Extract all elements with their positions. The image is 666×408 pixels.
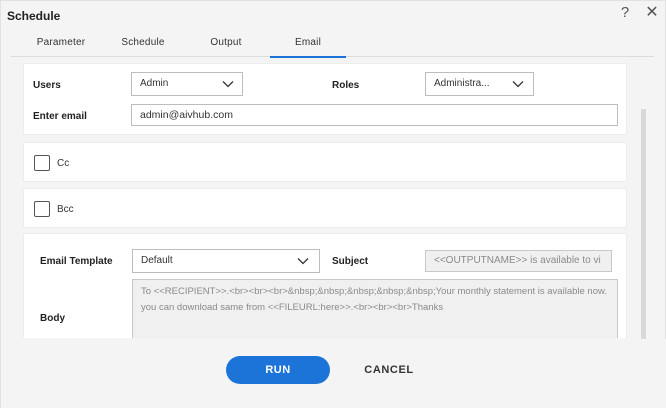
users-select-value: Admin	[140, 78, 169, 89]
subject-label: Subject	[332, 256, 369, 267]
subject-input[interactable]: <<OUTPUTNAME>> is available to vi	[425, 250, 612, 272]
tab-schedule[interactable]: Schedule	[109, 31, 177, 57]
cancel-button[interactable]: CANCEL	[356, 356, 422, 384]
email-form: Users Admin Roles Administra... Enter em…	[23, 63, 627, 338]
roles-select[interactable]: Administra...	[425, 72, 534, 96]
email-template-value: Default	[141, 255, 173, 266]
body-label: Body	[40, 313, 65, 324]
dialog-footer: RUN CANCEL	[1, 339, 666, 408]
bcc-card: Bcc	[23, 188, 627, 228]
users-label: Users	[33, 80, 61, 91]
email-template-label: Email Template	[40, 256, 113, 267]
users-select[interactable]: Admin	[131, 72, 243, 96]
chevron-down-icon	[297, 255, 309, 267]
run-button[interactable]: RUN	[226, 356, 330, 384]
cc-label: Cc	[57, 158, 70, 169]
close-icon[interactable]: ✕	[644, 5, 660, 21]
scrollbar-thumb[interactable]	[641, 109, 646, 339]
email-input[interactable]: admin@aivhub.com	[131, 104, 618, 126]
tab-parameter[interactable]: Parameter	[25, 31, 97, 57]
template-card: Email Template Default Subject <<OUTPUTN…	[23, 233, 627, 338]
cc-checkbox[interactable]	[34, 155, 50, 171]
bcc-checkbox[interactable]	[34, 201, 50, 217]
tab-email[interactable]: Email	[270, 31, 346, 58]
tab-output[interactable]: Output	[191, 31, 261, 57]
recipients-card: Users Admin Roles Administra... Enter em…	[23, 63, 627, 135]
schedule-dialog: Schedule ? ✕ Parameter Schedule Output E…	[0, 0, 666, 408]
dialog-title: Schedule	[7, 9, 61, 23]
help-icon[interactable]: ?	[618, 5, 632, 21]
email-template-select[interactable]: Default	[132, 249, 320, 273]
form-scrollbar[interactable]	[641, 109, 646, 339]
chevron-down-icon	[222, 78, 234, 90]
roles-select-value: Administra...	[434, 78, 490, 89]
roles-label: Roles	[332, 80, 360, 91]
enter-email-label: Enter email	[33, 111, 87, 122]
bcc-label: Bcc	[57, 204, 74, 215]
cc-card: Cc	[23, 142, 627, 182]
body-textarea[interactable]: To <<RECIPIENT>>.<br><br><br>&nbsp;&nbsp…	[132, 279, 618, 338]
chevron-down-icon	[512, 78, 524, 90]
tab-bar: Parameter Schedule Output Email	[11, 31, 654, 58]
